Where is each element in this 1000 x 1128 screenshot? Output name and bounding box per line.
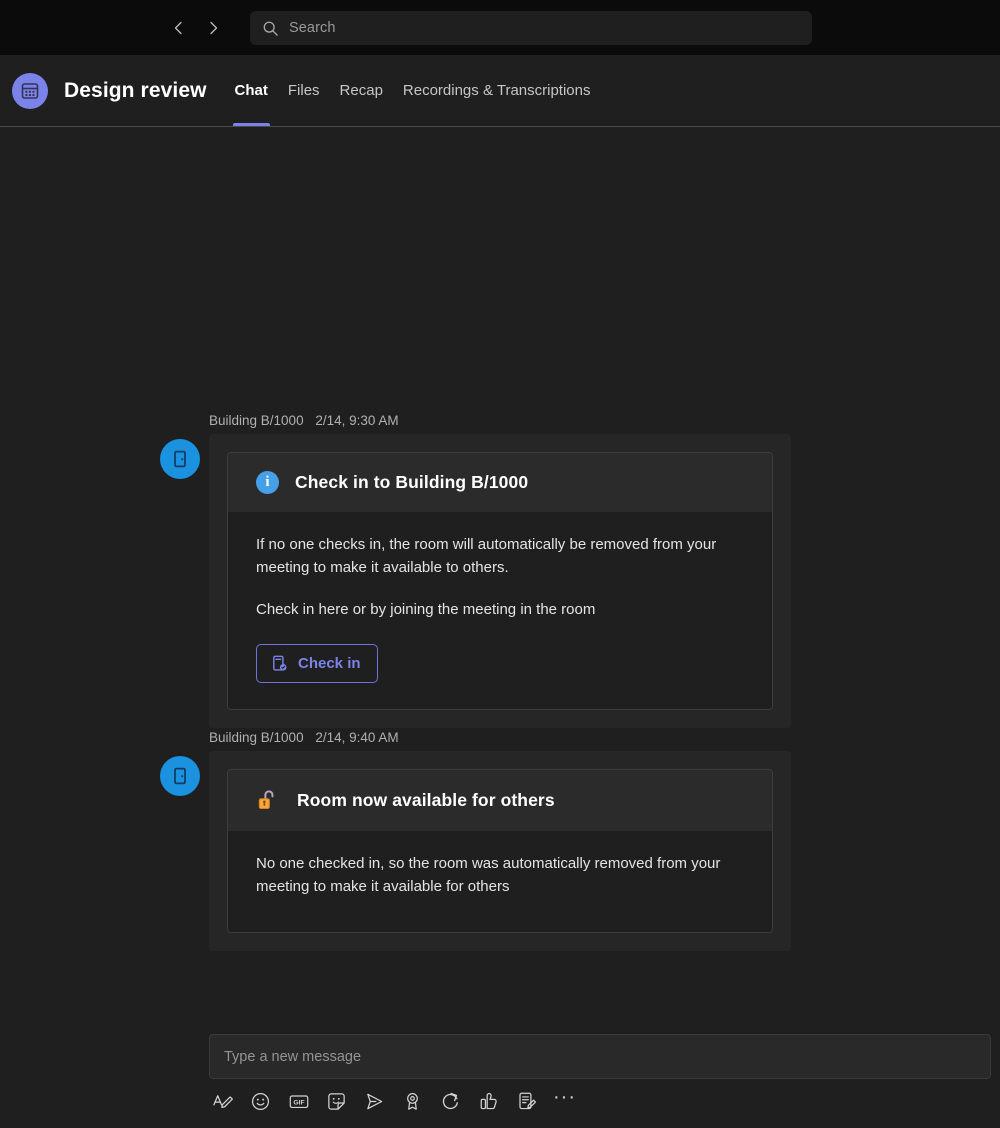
card-paragraph-1: If no one checks in, the room will autom… (256, 536, 717, 576)
card-header: Room now available for others (228, 770, 772, 831)
info-icon: i (256, 471, 279, 494)
card-title: Room now available for others (297, 790, 555, 810)
chat-message-list[interactable]: Building B/1000 2/14, 9:30 AM i Check in… (0, 126, 1000, 1128)
card-paragraph-2: Check in here or by joining the meeting … (256, 601, 596, 618)
giphy-button[interactable]: GIF (285, 1088, 312, 1115)
forms-button[interactable] (513, 1088, 540, 1115)
chevron-right-icon (210, 21, 218, 34)
adaptive-card-checkin: i Check in to Building B/1000 If no one … (227, 452, 773, 710)
meeting-avatar (12, 72, 48, 109)
title-bar: Search (0, 0, 1000, 55)
search-input[interactable]: Search (289, 20, 336, 36)
chevron-left-icon (174, 21, 182, 34)
message-timestamp: 2/14, 9:30 AM (315, 413, 399, 428)
device-checkin-icon (273, 655, 287, 671)
tab-bar: Chat Files Recap Recordings & Transcript… (225, 55, 601, 126)
card-header: i Check in to Building B/1000 (228, 453, 772, 512)
check-in-button[interactable]: Check in (256, 643, 378, 683)
message-timestamp: 2/14, 9:40 AM (315, 730, 399, 745)
card-paragraph-1: No one checked in, so the room was autom… (256, 855, 721, 895)
message-sender: Building B/1000 (209, 413, 304, 428)
format-text-button[interactable] (209, 1088, 236, 1115)
message-bubble: i Check in to Building B/1000 If no one … (209, 434, 791, 728)
more-options-button[interactable]: ··· (551, 1086, 578, 1115)
card-body: If no one checks in, the room will autom… (228, 512, 772, 709)
delivery-options-button[interactable] (361, 1088, 388, 1115)
format-text-icon (213, 1094, 233, 1108)
approvals-icon (480, 1092, 497, 1109)
door-icon (174, 767, 186, 785)
avatar (160, 439, 200, 479)
svg-text:GIF: GIF (293, 1099, 304, 1106)
loop-icon (442, 1092, 458, 1109)
compose-toolbar: GIF ··· (209, 1085, 991, 1117)
message-input[interactable]: Type a new message (224, 1049, 361, 1065)
loop-component-button[interactable] (437, 1088, 464, 1115)
search-icon (263, 21, 278, 36)
adaptive-card-room-available: Room now available for others No one che… (227, 769, 773, 933)
message-sender: Building B/1000 (209, 730, 304, 745)
praise-icon (407, 1092, 418, 1110)
forward-button[interactable] (198, 13, 228, 43)
search-bar[interactable]: Search (250, 11, 812, 45)
send-options-icon (367, 1093, 383, 1109)
avatar (160, 756, 200, 796)
check-in-button-label: Check in (298, 654, 361, 672)
door-icon (174, 450, 186, 468)
unlock-icon (258, 790, 274, 810)
tab-recap[interactable]: Recap (330, 55, 393, 126)
page-title: Design review (64, 78, 207, 102)
sticker-button[interactable] (323, 1088, 350, 1115)
emoji-button[interactable] (247, 1088, 274, 1115)
approvals-button[interactable] (475, 1088, 502, 1115)
emoji-icon (251, 1092, 270, 1110)
praise-button[interactable] (399, 1088, 426, 1115)
card-title: Check in to Building B/1000 (295, 472, 529, 492)
gif-icon: GIF (289, 1094, 308, 1108)
calendar-icon (21, 82, 39, 99)
message-bubble: Room now available for others No one che… (209, 751, 791, 951)
back-button[interactable] (164, 13, 194, 43)
sticker-icon (328, 1092, 345, 1110)
card-body: No one checked in, so the room was autom… (228, 831, 772, 932)
tab-files[interactable]: Files (278, 55, 330, 126)
message-meta: Building B/1000 2/14, 9:40 AM (209, 730, 399, 745)
tab-recordings-transcriptions[interactable]: Recordings & Transcriptions (393, 55, 601, 126)
message-meta: Building B/1000 2/14, 9:30 AM (209, 413, 399, 428)
forms-icon (519, 1092, 537, 1109)
message-compose-box[interactable]: Type a new message (209, 1034, 991, 1079)
meeting-header: Design review Chat Files Recap Recording… (0, 55, 1000, 126)
tab-chat[interactable]: Chat (225, 55, 278, 126)
